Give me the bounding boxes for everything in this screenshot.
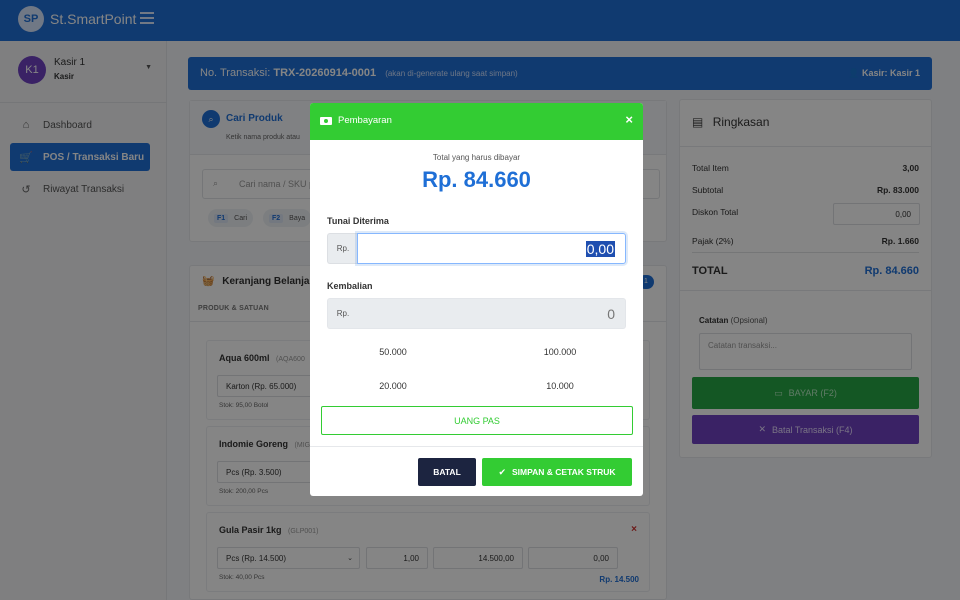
- quick-amount-100000[interactable]: 100.000: [477, 335, 643, 369]
- cash-received-label: Tunai Diterima: [327, 216, 389, 226]
- modal-header: Pembayaran ×: [310, 103, 643, 140]
- payment-modal: Pembayaran × Total yang harus dibayar Rp…: [310, 103, 643, 496]
- amount-due-label: Total yang harus dibayar: [432, 153, 521, 162]
- quick-amount-50000[interactable]: 50.000: [310, 335, 476, 369]
- currency-prefix: Rp.: [327, 233, 358, 264]
- check-icon: ✔: [498, 466, 506, 477]
- quick-amount-10000[interactable]: 10.000: [477, 369, 643, 403]
- amount-due: Rp. 84.660: [422, 167, 531, 192]
- modal-footer-divider: [310, 446, 643, 447]
- quick-amount-20000[interactable]: 20.000: [310, 369, 476, 403]
- cash-received-input[interactable]: 0,00: [357, 233, 626, 264]
- exact-amount-button[interactable]: UANG PAS: [321, 406, 633, 435]
- cancel-button[interactable]: BATAL: [418, 458, 476, 486]
- currency-prefix: Rp.: [327, 298, 358, 329]
- modal-title: Pembayaran: [320, 115, 392, 126]
- change-label: Kembalian: [327, 281, 373, 291]
- money-icon: [320, 116, 332, 125]
- close-icon[interactable]: ×: [625, 112, 633, 127]
- save-print-button[interactable]: ✔ SIMPAN & CETAK STRUK: [482, 458, 632, 486]
- change-amount: 0: [357, 298, 626, 329]
